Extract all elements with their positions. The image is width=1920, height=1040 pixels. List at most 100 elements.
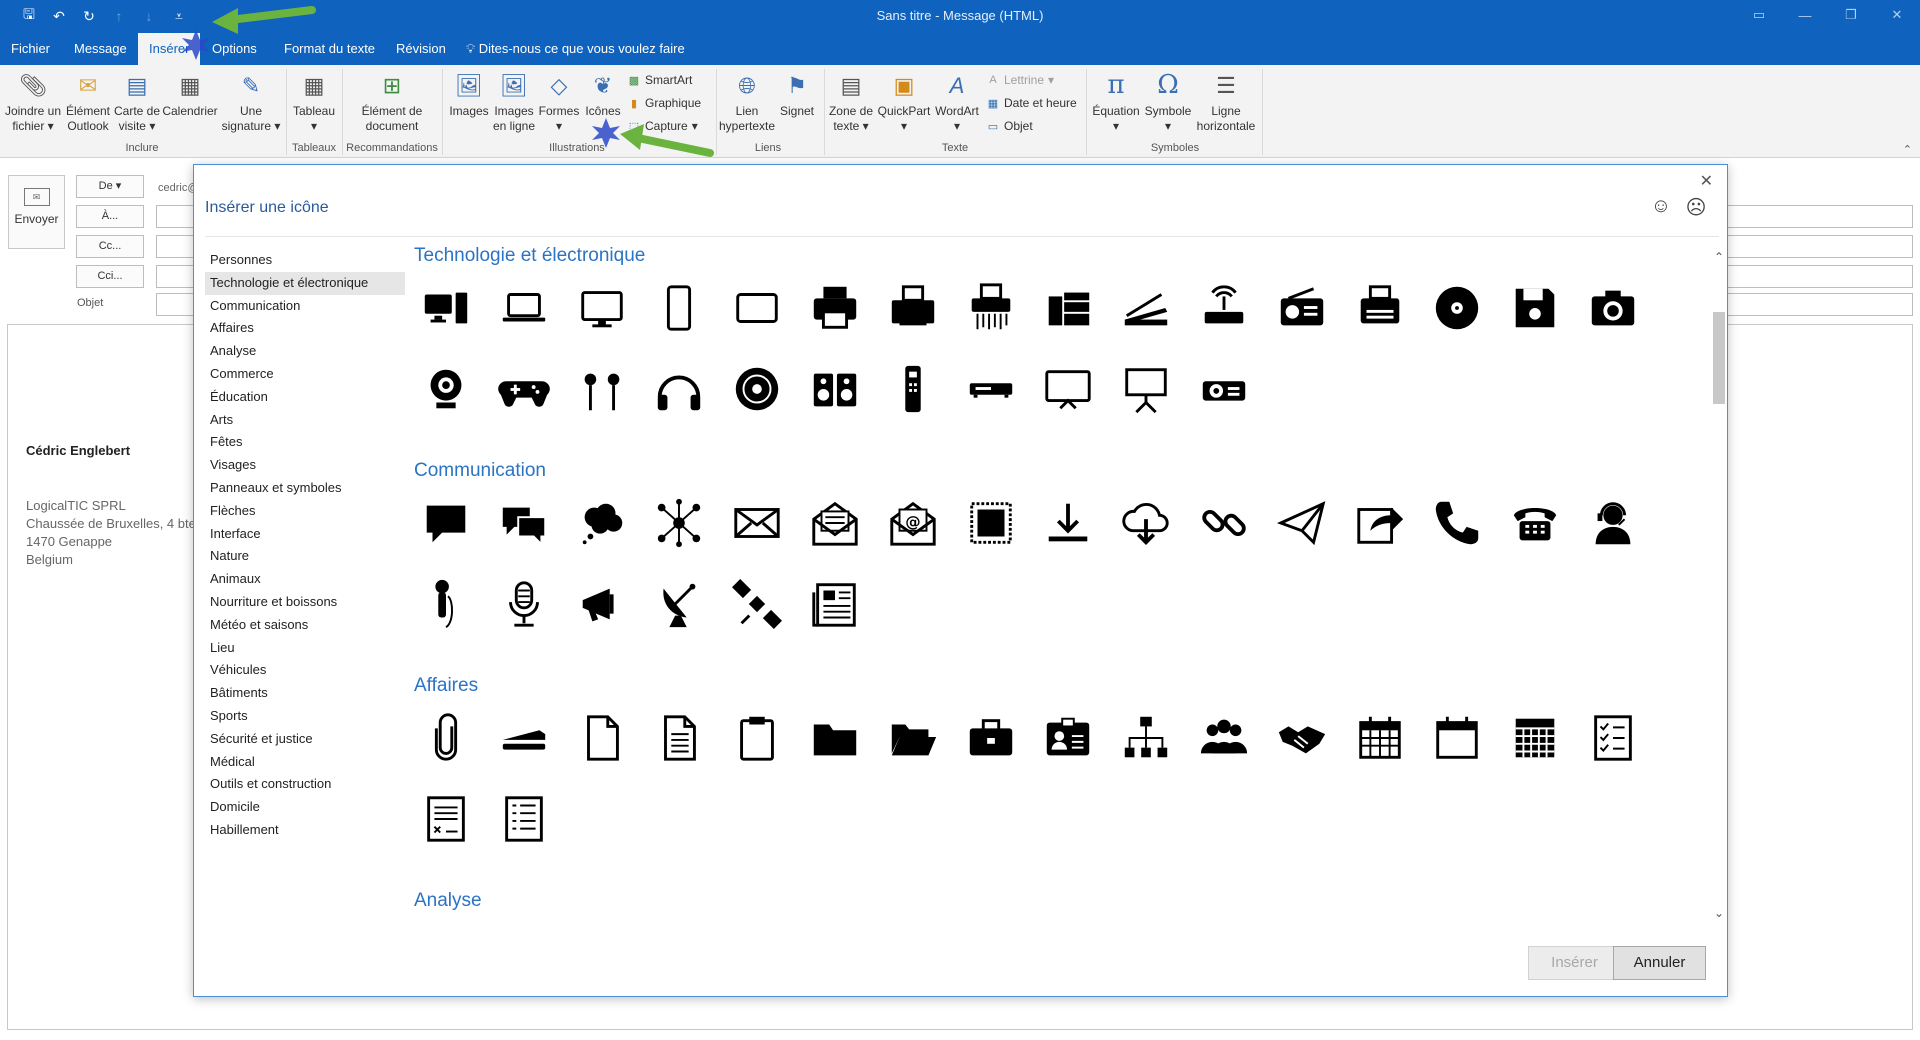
insert-button[interactable]: Insérer bbox=[1528, 946, 1621, 980]
printer-2-icon[interactable] bbox=[883, 278, 943, 338]
category-item[interactable]: Communication bbox=[205, 295, 405, 318]
smartart-button[interactable]: ▩ SmartArt bbox=[627, 70, 693, 90]
hyperlink-button[interactable]: 🌐︎ Lien hypertexte bbox=[718, 65, 776, 134]
paper-plane-icon[interactable] bbox=[1272, 493, 1332, 553]
calendar-grid-icon[interactable] bbox=[1505, 708, 1565, 768]
typewriter-icon[interactable] bbox=[1350, 278, 1410, 338]
category-item[interactable]: Outils et construction bbox=[205, 773, 405, 796]
studio-microphone-icon[interactable] bbox=[494, 574, 554, 634]
phone-handset-icon[interactable] bbox=[1427, 493, 1487, 553]
newspaper-icon[interactable] bbox=[805, 574, 865, 634]
tab-inserer[interactable]: Insérer bbox=[138, 33, 201, 65]
cancel-button[interactable]: Annuler bbox=[1613, 946, 1706, 980]
floppy-disk-icon[interactable] bbox=[1505, 278, 1565, 338]
gamepad-icon[interactable] bbox=[494, 359, 554, 419]
category-item[interactable]: Panneaux et symboles bbox=[205, 477, 405, 500]
customize-qat-icon[interactable]: ⩡ bbox=[168, 6, 190, 26]
category-item[interactable]: Flèches bbox=[205, 500, 405, 523]
envelope-icon[interactable] bbox=[727, 493, 787, 553]
satellite-dish-icon[interactable] bbox=[649, 574, 709, 634]
scanner-icon[interactable] bbox=[1116, 278, 1176, 338]
chat-bubbles-icon[interactable] bbox=[494, 493, 554, 553]
from-button[interactable]: De ▾ bbox=[76, 175, 144, 198]
thought-bubble-icon[interactable] bbox=[572, 493, 632, 553]
list-document-icon[interactable] bbox=[494, 789, 554, 849]
ribbon-display-icon[interactable]: ▭ bbox=[1736, 0, 1782, 30]
microphone-handheld-icon[interactable] bbox=[416, 574, 476, 634]
id-badge-icon[interactable] bbox=[1038, 708, 1098, 768]
icons-button[interactable]: ❦ Icônes bbox=[580, 65, 626, 119]
cc-button[interactable]: Cc... bbox=[76, 235, 144, 258]
dvd-player-icon[interactable] bbox=[961, 359, 1021, 419]
minimize-icon[interactable]: — bbox=[1782, 0, 1828, 30]
open-letter-icon[interactable] bbox=[805, 493, 865, 553]
save-icon[interactable]: 🖫 bbox=[18, 6, 40, 26]
drop-cap-button[interactable]: A Lettrine ▾ bbox=[986, 70, 1054, 90]
date-time-button[interactable]: ▦ Date et heure bbox=[986, 93, 1077, 113]
cd-disc-icon[interactable] bbox=[1427, 278, 1487, 338]
paperclip-icon[interactable] bbox=[416, 708, 476, 768]
support-agent-icon[interactable] bbox=[1583, 493, 1643, 553]
collapse-ribbon-icon[interactable]: ⌃ bbox=[1903, 143, 1912, 156]
outlook-item-button[interactable]: ✉ Élément Outlook bbox=[64, 65, 112, 134]
telephone-icon[interactable] bbox=[1505, 493, 1565, 553]
shapes-button[interactable]: ◇ Formes ▾ bbox=[536, 65, 582, 134]
tab-options[interactable]: Options bbox=[201, 33, 268, 65]
up-icon[interactable]: ↑ bbox=[108, 6, 130, 26]
category-item[interactable]: Interface bbox=[205, 523, 405, 546]
horizontal-line-button[interactable]: ☰ Ligne horizontale bbox=[1194, 65, 1258, 134]
category-item[interactable]: Arts bbox=[205, 409, 405, 432]
category-item[interactable]: Sports bbox=[205, 705, 405, 728]
category-item[interactable]: Éducation bbox=[205, 386, 405, 409]
server-rack-icon[interactable] bbox=[1038, 278, 1098, 338]
text-box-button[interactable]: ▤ Zone de texte ▾ bbox=[826, 65, 876, 134]
team-icon[interactable] bbox=[1194, 708, 1254, 768]
bookmark-button[interactable]: ⚑ Signet bbox=[776, 65, 818, 119]
megaphone-icon[interactable] bbox=[572, 574, 632, 634]
speakers-icon[interactable] bbox=[805, 359, 865, 419]
headphones-icon[interactable] bbox=[649, 359, 709, 419]
category-item[interactable]: Nature bbox=[205, 545, 405, 568]
category-item[interactable]: Lieu bbox=[205, 637, 405, 660]
category-item[interactable]: Visages bbox=[205, 454, 405, 477]
tab-format-du-texte[interactable]: Format du texte bbox=[273, 33, 386, 65]
handshake-icon[interactable] bbox=[1272, 708, 1332, 768]
category-item[interactable]: Nourriture et boissons bbox=[205, 591, 405, 614]
scroll-thumb[interactable] bbox=[1713, 312, 1725, 404]
close-window-icon[interactable]: ✕ bbox=[1874, 0, 1920, 30]
remote-control-icon[interactable] bbox=[883, 359, 943, 419]
online-images-button[interactable]: 🖼︎ Images en ligne bbox=[490, 65, 538, 134]
shredder-icon[interactable] bbox=[961, 278, 1021, 338]
cloud-download-icon[interactable] bbox=[1116, 493, 1176, 553]
network-nodes-icon[interactable] bbox=[649, 493, 709, 553]
checklist-icon[interactable] bbox=[1583, 708, 1643, 768]
category-item[interactable]: Fêtes bbox=[205, 431, 405, 454]
signature-button[interactable]: ✎ Une signature ▾ bbox=[220, 65, 282, 134]
download-icon[interactable] bbox=[1038, 493, 1098, 553]
tab-message[interactable]: Message bbox=[63, 33, 138, 65]
business-card-button[interactable]: ▤ Carte de visite ▾ bbox=[112, 65, 162, 134]
link-icon[interactable] bbox=[1194, 493, 1254, 553]
scroll-up-icon[interactable]: ⌃ bbox=[1712, 250, 1726, 264]
category-item[interactable]: Technologie et électronique bbox=[205, 271, 405, 295]
wordart-button[interactable]: A WordArt ▾ bbox=[932, 65, 982, 134]
calendar-button[interactable]: ▦ Calendrier bbox=[160, 65, 220, 119]
category-item[interactable]: Commerce bbox=[205, 363, 405, 386]
category-item[interactable]: Habillement bbox=[205, 819, 405, 842]
tablet-icon[interactable] bbox=[727, 278, 787, 338]
desktop-computer-icon[interactable] bbox=[416, 278, 476, 338]
symbol-button[interactable]: Ω Symbole ▾ bbox=[1142, 65, 1194, 134]
earbuds-icon[interactable] bbox=[572, 359, 632, 419]
blank-document-icon[interactable] bbox=[572, 708, 632, 768]
open-folder-icon[interactable] bbox=[883, 708, 943, 768]
category-item[interactable]: Domicile bbox=[205, 796, 405, 819]
clipboard-icon[interactable] bbox=[727, 708, 787, 768]
printer-icon[interactable] bbox=[805, 278, 865, 338]
category-item[interactable]: Personnes bbox=[205, 249, 405, 272]
category-item[interactable]: Sécurité et justice bbox=[205, 728, 405, 751]
quickpart-button[interactable]: ▣ QuickPart ▾ bbox=[876, 65, 932, 134]
category-item[interactable]: Bâtiments bbox=[205, 682, 405, 705]
chart-button[interactable]: ▮ Graphique bbox=[627, 93, 701, 113]
text-document-icon[interactable] bbox=[649, 708, 709, 768]
tell-me-box[interactable]: 💡︎ Dites-nous ce que vous voulez faire bbox=[466, 33, 685, 65]
